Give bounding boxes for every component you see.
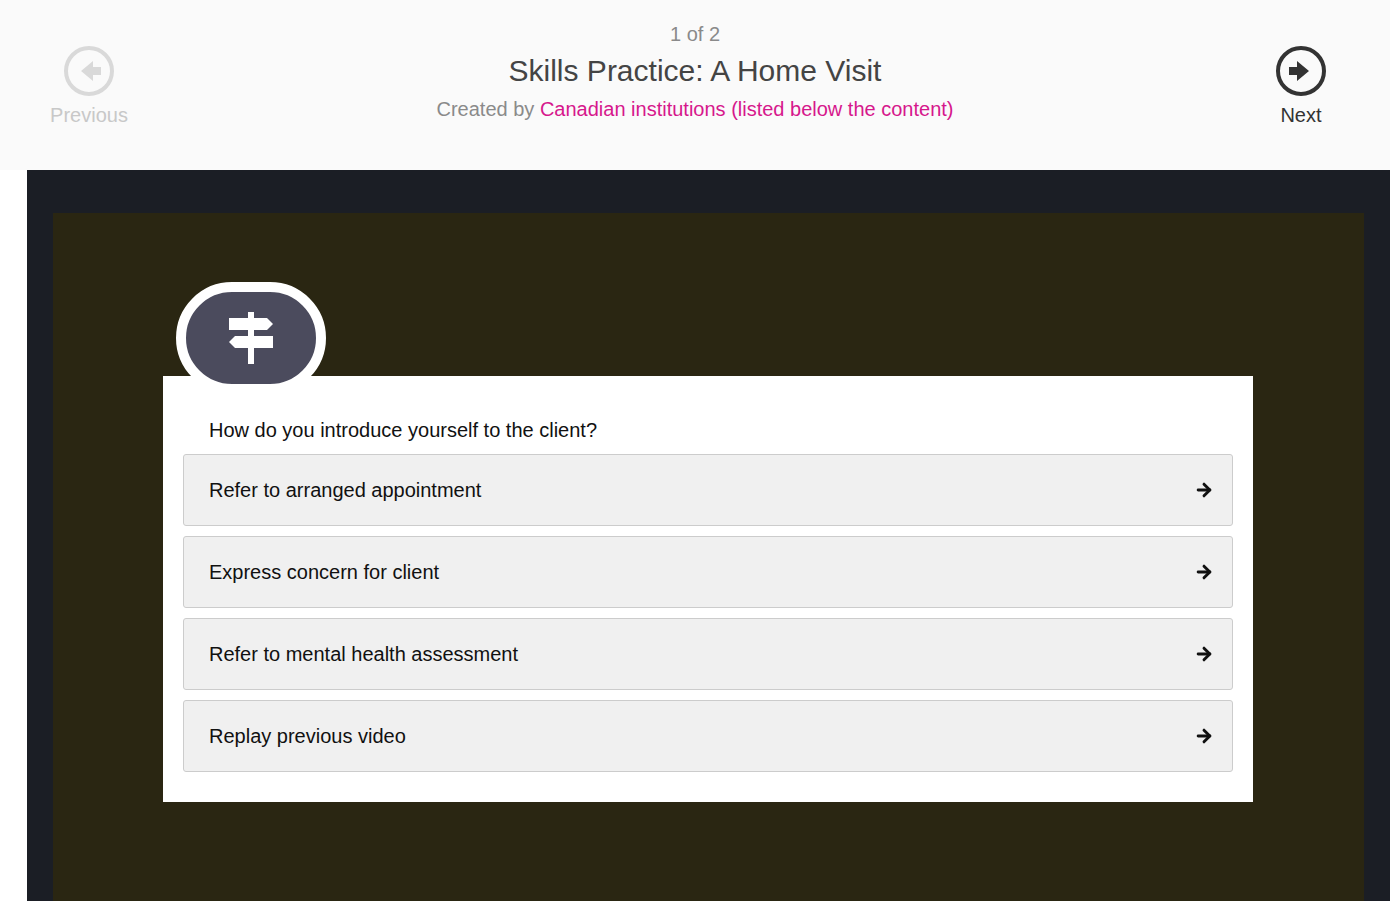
content-area: How do you introduce yourself to the cli…: [27, 170, 1390, 901]
arrow-right-icon: [1194, 726, 1214, 746]
question-prompt: How do you introduce yourself to the cli…: [209, 418, 1233, 442]
arrow-right-circle-icon: [1275, 45, 1327, 97]
credits-link[interactable]: Canadian institutions (listed below the …: [540, 98, 954, 120]
option-button[interactable]: Refer to mental health assessment: [183, 618, 1233, 690]
signpost-icon: [223, 310, 279, 366]
title-block: 1 of 2 Skills Practice: A Home Visit Creat…: [437, 22, 954, 122]
video-frame: How do you introduce yourself to the cli…: [53, 213, 1364, 901]
arrow-left-circle-icon: [63, 45, 115, 97]
arrow-right-icon: [1194, 644, 1214, 664]
question-card: How do you introduce yourself to the cli…: [163, 376, 1253, 802]
page-counter: 1 of 2: [670, 22, 720, 46]
option-button[interactable]: Replay previous video: [183, 700, 1233, 772]
option-button[interactable]: Refer to arranged appointment: [183, 454, 1233, 526]
title: Skills Practice: A Home Visit: [509, 52, 882, 90]
arrow-right-icon: [1194, 480, 1214, 500]
speech-bubble-icon: [176, 282, 326, 394]
next-button[interactable]: Next: [1241, 45, 1361, 127]
arrow-right-icon: [1194, 562, 1214, 582]
header: Previous 1 of 2 Skills Practice: A Home Vi…: [0, 0, 1390, 170]
credits: Created by Canadian institutions (listed…: [437, 96, 954, 122]
options-list: Refer to arranged appointment Express con…: [183, 454, 1233, 772]
option-button[interactable]: Express concern for client: [183, 536, 1233, 608]
page: Previous 1 of 2 Skills Practice: A Home Vi…: [0, 0, 1393, 901]
previous-button[interactable]: Previous: [29, 45, 149, 127]
